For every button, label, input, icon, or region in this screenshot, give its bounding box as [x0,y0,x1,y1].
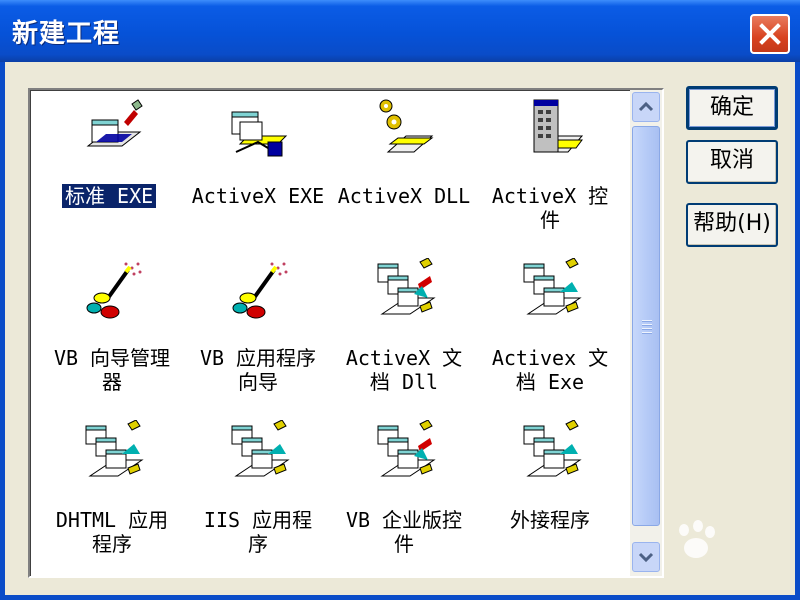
chevron-up-icon [638,101,654,112]
item-label: VB 企业版控 件 [345,508,463,556]
item-label: 外接程序 [510,508,590,532]
item-label: ActiveX 控 件 [491,184,609,232]
grip-line [642,328,652,330]
wizard-manager-icon [86,262,142,319]
grip-line [642,324,652,326]
item-label: VB 向导管理 器 [53,346,171,394]
grip-line [642,320,652,322]
baidu-watermark [612,520,792,580]
activex-control-icon [533,99,584,153]
window-frame-bottom [0,595,800,600]
addin-icon [523,420,582,477]
help-button[interactable]: 帮助(H) [686,203,778,247]
item-label: DHTML 应用 程序 [55,508,169,556]
new-project-dialog: 新建工程 标准 EXE ActiveX EXE ActiveX DLL Acti… [0,0,800,600]
window-title: 新建工程 [12,19,121,49]
iis-application-icon [231,420,290,477]
project-type-list[interactable]: 标准 EXE ActiveX EXE ActiveX DLL ActiveX 控… [28,88,664,578]
scroll-thumb[interactable] [632,126,660,526]
item-label: ActiveX DLL [337,184,471,208]
app-wizard-icon [232,262,288,319]
dhtml-application-icon [85,420,144,477]
item-label: VB 应用程序 向导 [199,346,317,394]
ok-button[interactable]: 确定 [686,86,778,130]
item-label: Activex 文 档 Exe [491,346,609,394]
scroll-up-button[interactable] [632,92,660,122]
activex-document-exe-icon [523,258,582,315]
item-label: ActiveX EXE [191,184,325,208]
activex-document-dll-icon [377,258,436,315]
window-frame-right [795,62,800,600]
activex-dll-icon [379,99,434,153]
item-label: 标准 EXE [60,183,158,209]
window-frame-left [0,62,5,600]
close-button[interactable] [750,14,790,54]
grip-line [642,332,652,334]
standard-exe-icon [86,99,143,147]
close-icon [759,23,781,45]
activex-exe-icon [231,111,288,157]
vb-enterprise-controls-icon [377,420,436,477]
item-label: IIS 应用程 序 [203,508,313,556]
cancel-button[interactable]: 取消 [686,140,778,184]
title-bar[interactable]: 新建工程 [0,0,800,62]
item-label: ActiveX 文 档 Dll [345,346,463,394]
vertical-scrollbar[interactable] [630,90,662,576]
baidu-paw-icon [679,520,715,558]
